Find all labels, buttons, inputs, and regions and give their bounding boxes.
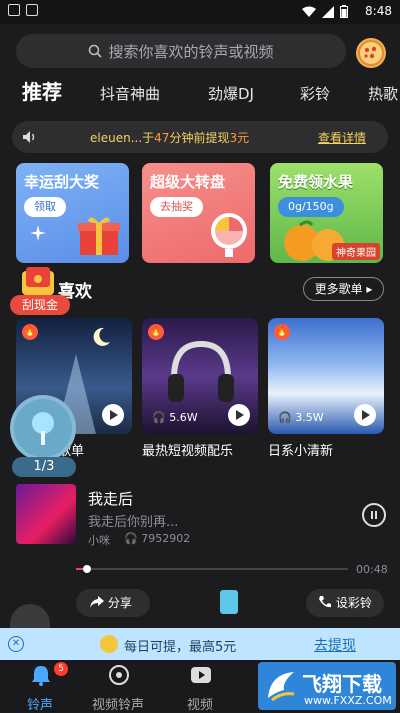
search-input[interactable]: 搜索你喜欢的铃声或视频: [16, 34, 346, 68]
disc-icon: [10, 604, 50, 628]
claim-button[interactable]: 领取: [24, 197, 66, 217]
wifi-icon: [302, 6, 316, 17]
notification-badge: 5: [54, 662, 68, 676]
fruit-progress: 0g/150g: [278, 197, 344, 217]
watermark-url: www.FXXZ.COM: [304, 694, 392, 707]
moon-icon: [93, 327, 110, 346]
view-details-link[interactable]: 查看详情: [318, 129, 366, 146]
share-icon: [90, 596, 104, 608]
withdraw-notice: eleuen...于47分钟前提现3元 查看详情: [12, 121, 388, 153]
battery-icon: [340, 5, 348, 18]
play-count: 🎧 3.5W: [278, 411, 324, 424]
play-count: 🎧 5.6W: [152, 411, 198, 424]
video-play-icon: [191, 667, 211, 683]
progress-thumb[interactable]: [82, 565, 91, 573]
orchard-tag: 神奇果园: [332, 243, 380, 260]
promo-title: 超级大转盘: [150, 173, 226, 191]
signal-icon: [322, 5, 334, 18]
playlist-card[interactable]: 🔥 🎧 5.6W: [142, 318, 258, 434]
search-icon: [89, 44, 103, 58]
status-bar: 8:48: [0, 0, 400, 24]
banner-text: 每日可提，最高5元: [124, 640, 237, 655]
promo-free-fruit[interactable]: 免费领水果 0g/150g 神奇果园: [270, 163, 383, 263]
gift-card-icon[interactable]: [220, 590, 238, 614]
tab-hot[interactable]: 热歌: [368, 83, 398, 104]
tree-image: [32, 412, 54, 445]
song-artist: 小咪: [88, 534, 110, 547]
pause-button[interactable]: [362, 503, 386, 527]
red-envelope-icon: [22, 267, 54, 295]
tab-douyin[interactable]: 抖音神曲: [100, 83, 160, 104]
coin-icon: [100, 635, 118, 653]
nav-label: 视频: [186, 698, 213, 713]
progress-bar[interactable]: [76, 565, 348, 573]
avatar[interactable]: [356, 38, 386, 68]
play-button[interactable]: [354, 404, 376, 426]
nav-label: 铃声: [26, 698, 53, 713]
tab-ringback[interactable]: 彩铃: [300, 83, 330, 104]
tab-recommend[interactable]: 推荐: [22, 76, 62, 105]
play-triangle-icon: ▸: [366, 282, 373, 296]
floating-thumbnail: [10, 395, 76, 461]
song-cover[interactable]: [16, 484, 76, 544]
gift-box-icon: [78, 217, 120, 255]
pizza-icon: [358, 40, 384, 66]
floating-video-widget[interactable]: 1/3: [8, 395, 78, 485]
share-label: 分享: [107, 596, 132, 610]
system-icons: [302, 5, 348, 18]
set-ringback-button[interactable]: 设彩铃: [306, 589, 384, 617]
song-plays: 🎧 7952902: [124, 532, 191, 545]
prize-wheel-icon: [211, 213, 247, 257]
nav-ringtone[interactable]: 5 铃声: [8, 660, 72, 713]
promo-title: 幸运刮大奖: [24, 173, 100, 191]
headphone-icon: 🎧: [152, 411, 166, 424]
scratch-cash-label: 刮现金: [10, 295, 70, 315]
song-duration: 00:48: [356, 563, 388, 576]
bell-icon: [32, 666, 50, 686]
nav-label: 视频铃声: [91, 698, 144, 713]
playlist-card[interactable]: 🔥 🎧 3.5W: [268, 318, 384, 434]
sparkle-icon: [30, 225, 46, 241]
playlist-title: 日系小清新: [268, 444, 334, 459]
song-title: 我走后: [88, 490, 134, 508]
watermark-title: 飞翔下载: [302, 672, 382, 696]
search-placeholder: 搜索你喜欢的铃声或视频: [108, 42, 274, 61]
promo-lucky-wheel[interactable]: 超级大转盘 去抽奖: [142, 163, 255, 263]
clock: 8:48: [365, 4, 392, 18]
category-tabs: 推荐 抖音神曲 劲爆DJ 彩铃 热歌: [0, 76, 400, 112]
tab-dj[interactable]: 劲爆DJ: [208, 83, 254, 104]
headphone-icon: 🎧: [278, 411, 292, 424]
share-button[interactable]: 分享: [76, 589, 150, 617]
headphones-image: [168, 340, 234, 402]
app-notification-icon: [26, 4, 38, 16]
page-indicator: 1/3: [12, 457, 76, 477]
draw-button[interactable]: 去抽奖: [150, 197, 203, 217]
promo-title: 免费领水果: [278, 173, 354, 191]
scratch-cash-widget[interactable]: 刮现金: [6, 265, 72, 315]
nav-video-ringtone[interactable]: 视频铃声: [86, 660, 150, 713]
withdraw-link[interactable]: 去提现: [314, 635, 356, 655]
close-icon[interactable]: ✕: [8, 636, 24, 652]
set-ringback-label: 设彩铃: [335, 596, 372, 610]
withdraw-banner: ✕ 每日可提，最高5元 去提现: [0, 628, 400, 660]
headphone-icon: 🎧: [124, 532, 138, 545]
watermark-logo: 飞翔下载 www.FXXZ.COM: [258, 662, 396, 710]
notice-text: eleuen...于47分钟前提现3元: [90, 131, 250, 145]
promo-scratch-card[interactable]: 幸运刮大奖 领取: [16, 163, 129, 263]
notification-icon: [8, 4, 20, 16]
more-playlists-button[interactable]: 更多歌单 ▸: [303, 277, 384, 301]
nav-video[interactable]: 视频: [168, 660, 232, 713]
speaker-icon: [23, 131, 35, 143]
hot-flame-icon: 🔥: [22, 324, 38, 340]
wing-logo-icon: [268, 672, 295, 702]
play-button[interactable]: [228, 404, 250, 426]
song-lyric: 我走后你别再...: [88, 515, 179, 530]
notification-icons: [8, 4, 38, 16]
play-button[interactable]: [102, 404, 124, 426]
playlist-title: 最热短视频配乐: [142, 444, 234, 459]
music-disc-icon: [109, 665, 129, 685]
phone-icon: [319, 596, 331, 608]
hot-flame-icon: 🔥: [274, 324, 290, 340]
hot-flame-icon: 🔥: [148, 324, 164, 340]
